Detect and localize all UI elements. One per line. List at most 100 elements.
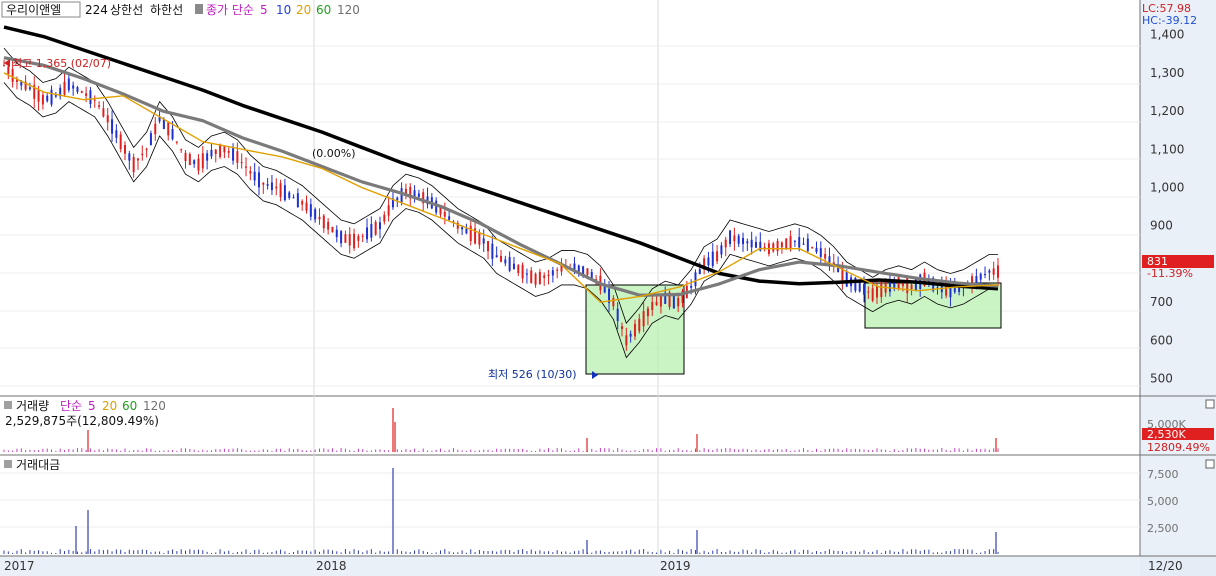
candle-body (240, 162, 243, 164)
candle-body (793, 240, 796, 242)
candle-body (370, 224, 373, 238)
candle-body (910, 284, 913, 290)
volume-badge-value: 2,530K (1147, 428, 1186, 441)
candle-body (603, 286, 606, 293)
price-tick-label: 1,100 (1150, 142, 1184, 156)
trading-value-title: 거래대금 (16, 458, 60, 472)
candle-body (366, 227, 369, 240)
candle-body (3, 65, 5, 67)
volume-panel-maximize-icon[interactable] (1205, 399, 1215, 409)
candle-body (495, 255, 498, 258)
candle-body (188, 153, 191, 166)
volume-ma-20: 20 (102, 399, 117, 413)
lower-limit-label[interactable]: 하한선 (150, 3, 183, 17)
trading-value-maximize-icon[interactable] (1205, 459, 1215, 469)
candle-body (201, 153, 204, 169)
candle-body (901, 282, 904, 286)
candle-body (357, 236, 360, 241)
price-tick-label: 1,400 (1150, 28, 1184, 42)
candle-body (819, 248, 822, 257)
candle-body (335, 229, 338, 238)
x-tick-2019: 2019 (660, 559, 691, 573)
candle-body (646, 308, 649, 317)
candle-body (193, 160, 196, 164)
last-change: -11.39% (1147, 267, 1193, 280)
candle-body (530, 270, 533, 283)
candle-body (914, 278, 917, 291)
candle-body (46, 95, 49, 102)
volume-last-value: 2,529,875주(12,809.49%) (5, 414, 159, 428)
candle-body (992, 268, 995, 275)
candle-body (72, 85, 75, 89)
candle-body (491, 243, 494, 259)
candle-body (136, 158, 139, 161)
volume-badge-pct: 12809.49% (1147, 441, 1210, 454)
candle-body (141, 153, 144, 156)
candle-body (171, 129, 174, 140)
candle-body (80, 91, 83, 93)
candle-body (257, 172, 260, 188)
trading-value-settings-icon[interactable] (4, 460, 12, 468)
volume-ma-label: 단순 (60, 399, 82, 413)
candle-body (361, 235, 364, 237)
candle-body (525, 273, 528, 275)
candle-body (469, 225, 472, 242)
price-tick-label: 700 (1150, 295, 1173, 309)
candle-body (612, 297, 615, 307)
candle-body (102, 108, 105, 117)
upper-limit-label[interactable]: 상한선 (110, 3, 143, 17)
candle-body (28, 87, 31, 90)
candle-body (206, 153, 209, 161)
candle-body (845, 271, 848, 287)
candle-body (353, 233, 356, 249)
ma-period-10[interactable]: 10 (276, 3, 291, 17)
candle-body (167, 122, 170, 136)
ma-period-5[interactable]: 5 (260, 3, 268, 17)
ma-period-120[interactable]: 120 (337, 3, 360, 17)
stock-name[interactable]: 우리이앤엘 (6, 3, 61, 17)
candle-body (538, 272, 541, 284)
ma-period-20[interactable]: 20 (296, 3, 311, 17)
candle-body (279, 183, 282, 197)
low-annotation: 최저 526 (10/30) (488, 368, 577, 381)
candle-body (288, 192, 291, 198)
candle-body (655, 301, 658, 305)
candle-body (815, 247, 818, 253)
candle-body (811, 247, 814, 249)
candle-body (331, 226, 334, 233)
candle-body (448, 216, 451, 220)
candle-body (180, 149, 183, 151)
candle-body (616, 308, 619, 322)
candle-body (824, 254, 827, 259)
candle-body (292, 197, 295, 199)
candle-body (197, 158, 200, 171)
candle-body (806, 238, 809, 252)
candle-body (253, 171, 256, 181)
candle-body (93, 99, 96, 101)
candle-body (396, 197, 399, 201)
candle-body (266, 184, 269, 186)
ma-label[interactable]: 종가 단순 (206, 3, 254, 17)
ma-settings-icon[interactable] (195, 4, 203, 14)
candle-body (633, 323, 636, 337)
volume-settings-icon[interactable] (4, 401, 12, 409)
bottom-axis-background (0, 556, 1216, 576)
volume-ma-60: 60 (122, 399, 137, 413)
candle-body (897, 277, 900, 289)
candle-body (690, 285, 693, 288)
x-tick-2018: 2018 (316, 559, 347, 573)
candle-body (124, 144, 127, 154)
price-tick-label: 1,300 (1150, 66, 1184, 80)
candle-body (89, 90, 92, 105)
candle-body (111, 119, 114, 134)
candle-body (214, 149, 217, 155)
candle-body (314, 209, 317, 220)
candle-body (184, 152, 187, 162)
ma-period-60[interactable]: 60 (316, 3, 331, 17)
candle-body (875, 286, 878, 298)
candle-body (729, 230, 732, 245)
trading-value-tick-2500: 2,500 (1147, 522, 1179, 535)
candle-body (936, 286, 939, 288)
candle-body (37, 90, 40, 102)
price-tick-label: 1,000 (1150, 181, 1184, 195)
